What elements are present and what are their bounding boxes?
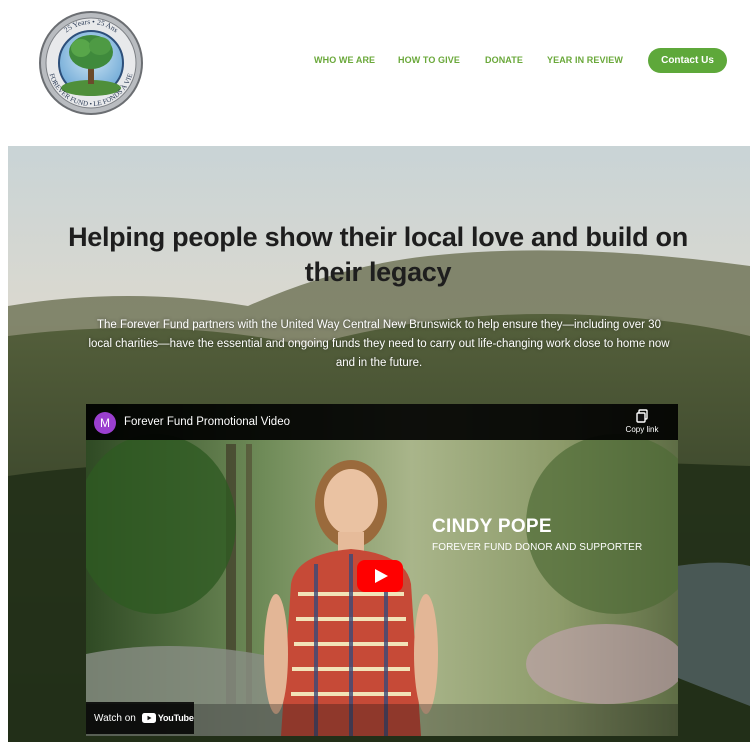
channel-avatar[interactable]: M: [94, 412, 116, 434]
promo-video-embed[interactable]: M Forever Fund Promotional Video Copy li…: [86, 404, 678, 736]
copy-icon: [636, 409, 648, 423]
nav-year-in-review[interactable]: YEAR IN REVIEW: [547, 55, 623, 65]
hero-section: Helping people show their local love and…: [8, 146, 750, 742]
copy-link-button[interactable]: Copy link: [616, 409, 668, 434]
nav-how-to-give[interactable]: HOW TO GIVE: [398, 55, 460, 65]
hero-headline: Helping people show their local love and…: [68, 222, 688, 287]
main-nav: WHO WE ARE HOW TO GIVE DONATE YEAR IN RE…: [0, 48, 750, 74]
play-button-icon[interactable]: [357, 560, 403, 592]
lower-third-name: CINDY POPE: [432, 516, 552, 537]
youtube-play-icon: [141, 713, 156, 723]
site-header: 25 Years • 25 Ans FOREVER FUND • LE FOND…: [0, 0, 750, 146]
video-top-bar: M Forever Fund Promotional Video Copy li…: [86, 404, 678, 440]
nav-donate[interactable]: DONATE: [485, 55, 523, 65]
youtube-logo: YouTube: [141, 713, 194, 723]
watch-on-youtube-button[interactable]: Watch on YouTube: [86, 702, 194, 734]
youtube-wordmark: YouTube: [157, 713, 194, 723]
watch-on-label: Watch on: [94, 712, 136, 724]
hero-description: The Forever Fund partners with the Unite…: [88, 319, 670, 369]
nav-who-we-are[interactable]: WHO WE ARE: [314, 55, 375, 65]
lower-third-role: FOREVER FUND DONOR AND SUPPORTER: [432, 542, 643, 553]
copy-link-label: Copy link: [625, 425, 659, 434]
video-title[interactable]: Forever Fund Promotional Video: [124, 416, 290, 428]
contact-us-button[interactable]: Contact Us: [648, 48, 727, 73]
